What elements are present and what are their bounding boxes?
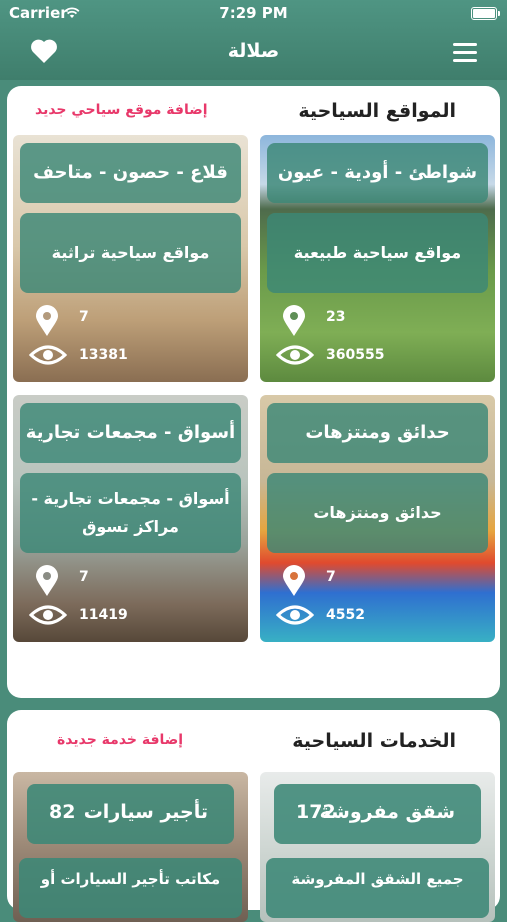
card-heading: شواطئ - أودية - عيون (267, 143, 488, 203)
card-description: مواقع سياحية تراثية (20, 213, 241, 293)
service-header: تأجير سيارات 82 (27, 784, 234, 844)
site-card-heritage[interactable]: قلاع - حصون - متاحف مواقع سياحية تراثية … (13, 135, 248, 382)
eye-icon (276, 605, 314, 625)
view-count: 13381 (79, 347, 128, 363)
battery-icon (471, 7, 500, 20)
location-count: 7 (79, 569, 89, 585)
service-header: شقق مفروشة 172 (274, 784, 481, 844)
location-count: 23 (326, 309, 346, 325)
eye-icon (29, 605, 67, 625)
status-bar: Carrier 7:29 PM (0, 4, 507, 24)
tourist-sites-section: المواقع السياحية إضافة موقع سياحي جديد ش… (7, 86, 500, 698)
location-pin-icon (36, 565, 58, 596)
card-description: مواقع سياحية طبيعية (267, 213, 488, 293)
service-description: جميع الشقق المفروشة (266, 858, 489, 918)
location-pin-icon (283, 305, 305, 336)
card-description: حدائق ومنتزهات (267, 473, 488, 553)
site-card-nature[interactable]: شواطئ - أودية - عيون مواقع سياحية طبيعية… (260, 135, 495, 382)
site-card-malls[interactable]: أسواق - مجمعات تجارية أسواق - مجمعات تجا… (13, 395, 248, 642)
card-heading: حدائق ومنتزهات (267, 403, 488, 463)
site-card-parks[interactable]: حدائق ومنتزهات حدائق ومنتزهات 7 4552 (260, 395, 495, 642)
page-title: صلالة (227, 40, 280, 62)
card-heading: قلاع - حصون - متاحف (20, 143, 241, 203)
section-title: الخدمات السياحية (292, 730, 456, 752)
view-count: 360555 (326, 347, 385, 363)
service-name: شقق مفروشة (319, 801, 455, 823)
eye-icon (276, 345, 314, 365)
service-count: 172 (296, 801, 336, 823)
card-heading: أسواق - مجمعات تجارية (20, 403, 241, 463)
card-description: أسواق - مجمعات تجارية - مراكز تسوق (20, 473, 241, 553)
location-pin-icon (283, 565, 305, 596)
location-count: 7 (326, 569, 336, 585)
service-description: مكاتب تأجير السيارات أو (19, 858, 242, 918)
location-count: 7 (79, 309, 89, 325)
view-count: 4552 (326, 607, 365, 623)
status-time: 7:29 PM (219, 4, 288, 22)
view-count: 11419 (79, 607, 128, 623)
app-header: Carrier 7:29 PM صلالة (0, 0, 507, 80)
location-pin-icon (36, 305, 58, 336)
add-service-link[interactable]: إضافة خدمة جديدة (57, 732, 183, 748)
tourist-services-section: الخدمات السياحية إضافة خدمة جديدة شقق مف… (7, 710, 500, 922)
service-name: تأجير سيارات (83, 801, 208, 823)
service-count: 82 (49, 801, 76, 823)
add-site-link[interactable]: إضافة موقع سياحي جديد (35, 102, 208, 118)
section-title: المواقع السياحية (298, 100, 456, 122)
menu-icon[interactable] (453, 43, 477, 62)
eye-icon (29, 345, 67, 365)
